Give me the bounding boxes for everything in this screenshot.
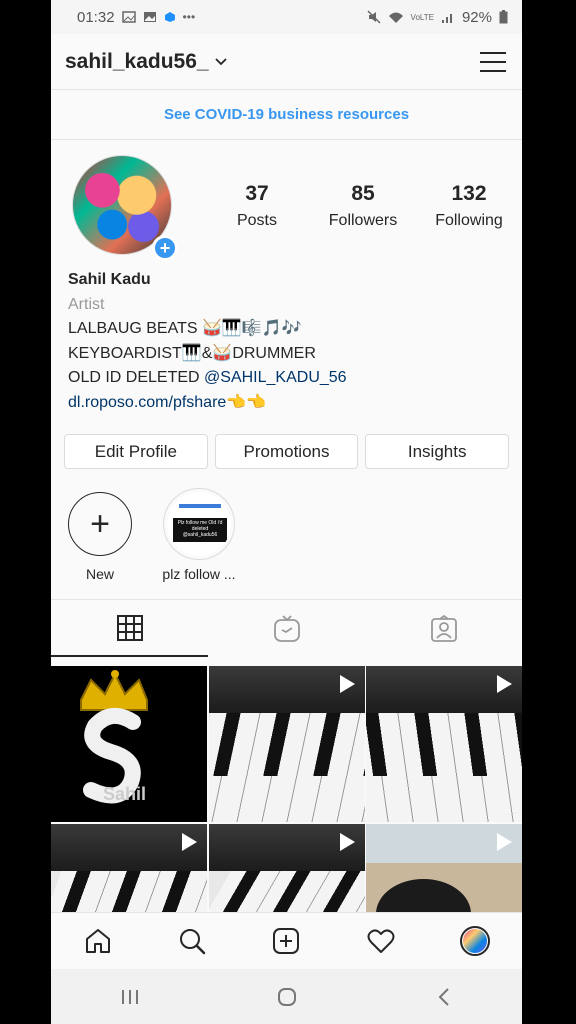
profile-stats: 37 Posts 85 Followers 132 Following [204,182,522,230]
nav-search[interactable] [172,921,212,961]
nav-home[interactable] [78,921,118,961]
account-switcher[interactable]: sahil_kadu56_ [65,50,227,74]
profile-picture[interactable]: + [72,155,178,261]
post-thumbnail[interactable] [208,824,365,912]
nav-new-post[interactable] [266,921,306,961]
highlight-item[interactable]: Plz follow me Old i'd deleted @sahil_kad… [158,488,240,599]
battery-percent: 92% [461,8,492,26]
home-button[interactable] [267,977,307,1017]
app-screen: 01:32 ••• VoLTE 92% sahil_kadu56_ See CO… [51,0,522,1024]
grid-icon [116,614,143,641]
story-highlights: + New Plz follow me Old i'd deleted @sah… [51,469,522,599]
bio-text: OLD ID DELETED [68,369,205,386]
igtv-icon [273,614,300,642]
recent-apps-icon [121,989,138,1004]
profile-avatar [459,926,490,956]
image-notification-icon [121,11,136,23]
crown-logo-image: Sahil [80,670,148,804]
status-bar-left: 01:32 ••• [77,9,195,26]
status-bar: 01:32 ••• VoLTE 92% [51,0,522,34]
battery-icon [499,10,508,24]
signal-icon [441,13,452,23]
stat-label: Posts [236,212,277,229]
stat-label: Followers [328,212,398,229]
highlight-cover: Plz follow me Old i'd deleted @sahil_kad… [163,488,235,560]
profile-header: sahil_kadu56_ [51,34,522,90]
status-time: 01:32 [77,8,115,26]
promotions-button[interactable]: Promotions [214,434,359,469]
highlight-label: New [85,566,114,582]
chevron-down-icon [214,57,227,65]
video-play-icon [497,833,512,851]
highlight-new[interactable]: + New [68,492,132,599]
bio-mention-link[interactable]: @SAHIL_KADU_56 [204,369,347,386]
logo-text: Sahil [103,784,146,804]
plus-icon: + [68,492,132,556]
video-play-icon [497,675,512,693]
post-thumbnail[interactable] [366,666,522,822]
edit-profile-button[interactable]: Edit Profile [64,434,208,469]
add-post-icon [273,928,300,954]
profile-tabs [51,599,522,657]
video-play-icon [339,675,355,693]
covid-resources-link[interactable]: See COVID-19 business resources [51,90,522,140]
video-play-icon [182,833,197,851]
wifi-icon [388,12,403,23]
home-circle-icon [277,987,296,1006]
display-name: Sahil Kadu [68,271,151,288]
bottom-navigation [51,912,522,969]
nav-profile[interactable] [455,921,495,961]
profile-actions: Edit Profile Promotions Insights [51,415,522,469]
heart-icon [367,929,395,953]
back-chevron-icon [438,987,449,1006]
recent-apps-button[interactable] [110,977,150,1017]
profile-summary: + 37 Posts 85 Followers 132 Following [51,140,522,261]
stat-posts[interactable]: 37 Posts [204,182,310,230]
nav-activity[interactable] [361,921,401,961]
system-navigation [51,969,522,1024]
more-notifications-icon: ••• [182,10,196,24]
volte-label: VoLTE [410,12,434,22]
bio-line: KEYBOARDIST🎹&🥁DRUMMER [68,344,316,362]
tab-tagged[interactable] [365,600,522,657]
highlight-cover-text: Plz follow me Old i'd deleted @sahil_kad… [177,520,223,538]
tagged-icon [430,614,457,642]
post-thumbnail[interactable]: Sahil [51,666,207,822]
menu-icon[interactable] [480,51,506,72]
profile-bio: Sahil Kadu Artist LALBAUG BEATS 🥁🎹🎼🎵🎶 KE… [51,258,522,415]
search-icon [180,929,206,955]
stat-followers[interactable]: 85 Followers [310,182,416,230]
post-thumbnail[interactable] [51,824,207,912]
back-button[interactable] [424,977,464,1017]
stat-following[interactable]: 132 Following [416,182,522,230]
mute-icon [367,10,381,24]
stat-value: 85 [351,182,375,205]
insights-button[interactable]: Insights [365,434,510,469]
tab-grid[interactable] [51,600,208,657]
app-notification-icon [164,12,175,22]
stat-value: 37 [245,182,269,205]
status-bar-right: VoLTE 92% [367,9,508,26]
profile-category: Artist [68,295,105,313]
home-icon [86,929,111,953]
highlight-label: plz follow ... [162,566,236,582]
post-thumbnail[interactable] [208,666,365,822]
bio-line: LALBAUG BEATS 🥁🎹🎼🎵🎶 [68,320,302,337]
add-story-icon[interactable]: + [152,235,178,261]
stat-value: 132 [451,182,487,205]
bio-line: OLD ID DELETED @SAHIL_KADU_56 [68,366,505,391]
posts-grid: Sahil [51,666,522,912]
bio-website-link[interactable]: dl.roposo.com/pfshare👈👈 [68,391,505,416]
tab-igtv[interactable] [208,600,365,657]
video-play-icon [339,833,355,851]
username: sahil_kadu56_ [65,49,209,73]
gallery-notification-icon [143,12,156,22]
post-thumbnail[interactable] [366,824,522,912]
stat-label: Following [435,212,503,229]
